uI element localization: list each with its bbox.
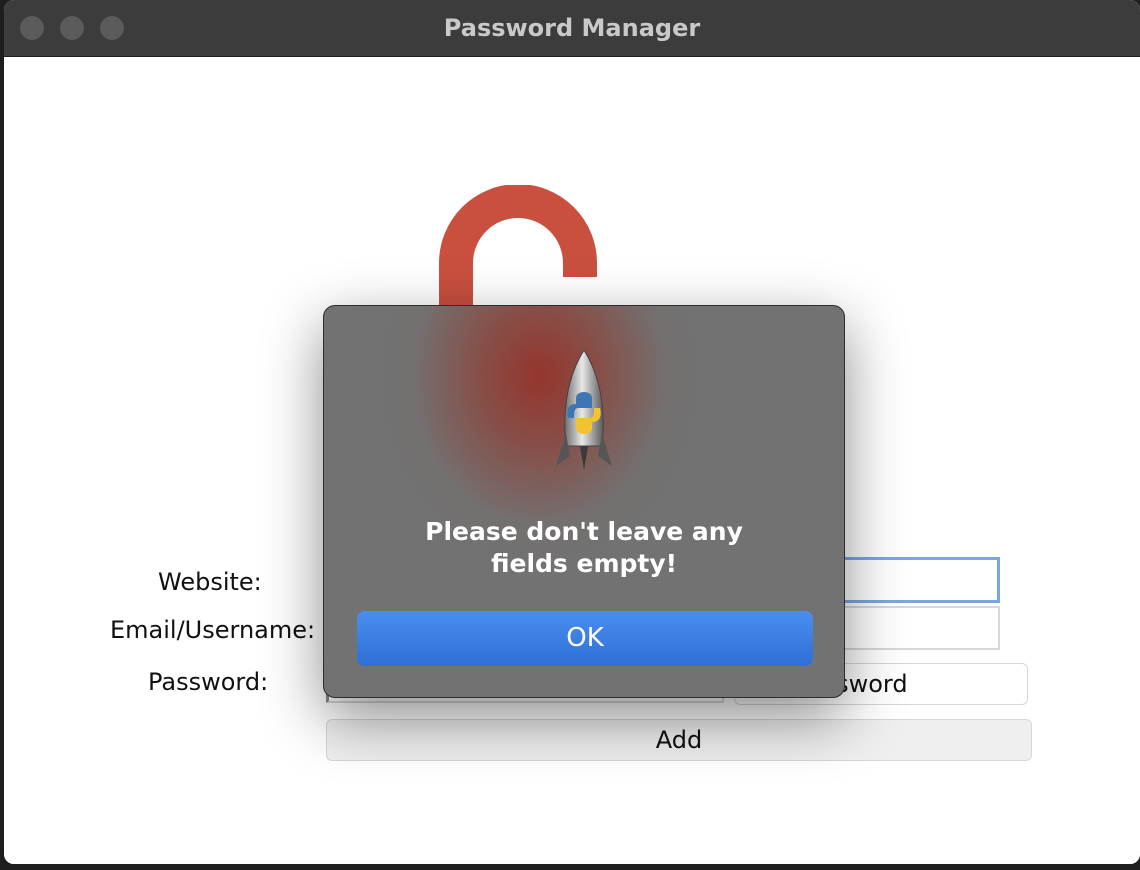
python-launcher-rocket-icon xyxy=(556,349,612,470)
window-title: Password Manager xyxy=(443,14,701,42)
add-button[interactable]: Add xyxy=(326,719,1032,761)
website-label: Website: xyxy=(158,568,262,596)
ok-button[interactable]: OK xyxy=(357,611,813,666)
email-label: Email/Username: xyxy=(110,616,316,644)
alert-message: Please don't leave any fields empty! xyxy=(425,517,743,578)
password-label: Password: xyxy=(148,668,269,696)
alert-dialog: Please don't leave any fields empty! OK xyxy=(323,305,845,698)
title-bar: Password Manager xyxy=(4,0,1140,57)
